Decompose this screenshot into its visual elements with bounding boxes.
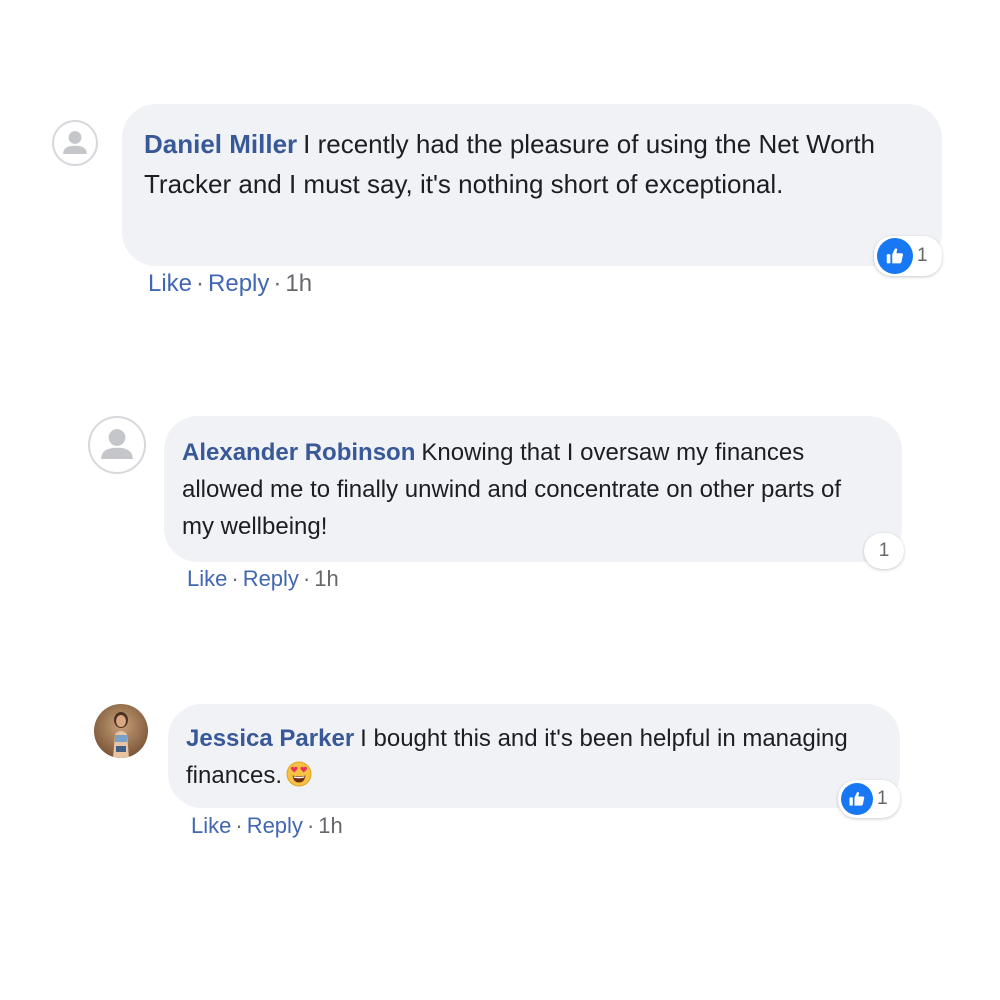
reply-link[interactable]: Reply [208, 270, 269, 297]
avatar[interactable] [94, 704, 148, 758]
comment-actions: Like · Reply · 1h [187, 566, 339, 592]
like-link[interactable]: Like [187, 566, 227, 591]
reaction-count[interactable]: 1 [874, 236, 942, 276]
author-name[interactable]: Jessica Parker [186, 725, 354, 752]
comment-bubble: Jessica Parker I bought this and it's bee… [168, 704, 900, 808]
comment-bubble: Daniel Miller I recently had the pleasure… [122, 104, 942, 266]
avatar[interactable] [88, 416, 146, 474]
reaction-count-value: 1 [878, 540, 890, 561]
reaction-count[interactable]: 1 [864, 533, 904, 569]
comment-actions: Like · Reply · 1h [191, 813, 343, 839]
timestamp: 1h [318, 813, 343, 838]
heart-eyes-emoji [286, 761, 312, 798]
default-profile-icon [63, 131, 87, 154]
author-name[interactable]: Alexander Robinson [182, 439, 415, 466]
separator-dot: · [231, 566, 239, 591]
reaction-count-value: 1 [877, 788, 888, 809]
reply-link[interactable]: Reply [247, 813, 303, 838]
separator-dot: · [273, 270, 282, 297]
timestamp: 1h [314, 566, 339, 591]
comment-text-block: Jessica Parker I bought this and it's bee… [186, 720, 870, 798]
like-icon [841, 783, 873, 815]
separator-dot: · [302, 566, 311, 591]
separator-dot: · [196, 270, 205, 297]
separator-dot: · [235, 813, 243, 838]
comment-text-block: Daniel Miller I recently had the pleasure… [144, 124, 902, 205]
timestamp: 1h [285, 270, 313, 297]
comment-text-block: Alexander Robinson Knowing that I oversaw… [182, 434, 872, 546]
default-profile-icon [101, 429, 133, 459]
reply-link[interactable]: Reply [243, 566, 299, 591]
avatar[interactable] [52, 120, 98, 166]
reaction-count-value: 1 [917, 245, 928, 266]
profile-photo [94, 704, 148, 758]
like-link[interactable]: Like [148, 270, 192, 297]
like-link[interactable]: Like [191, 813, 231, 838]
comment-bubble: Alexander Robinson Knowing that I oversaw… [164, 416, 902, 562]
separator-dot: · [306, 813, 315, 838]
reaction-count[interactable]: 1 [838, 780, 900, 818]
comment-actions: Like · Reply · 1h [148, 270, 312, 298]
like-icon [877, 238, 913, 274]
author-name[interactable]: Daniel Miller [144, 129, 297, 159]
